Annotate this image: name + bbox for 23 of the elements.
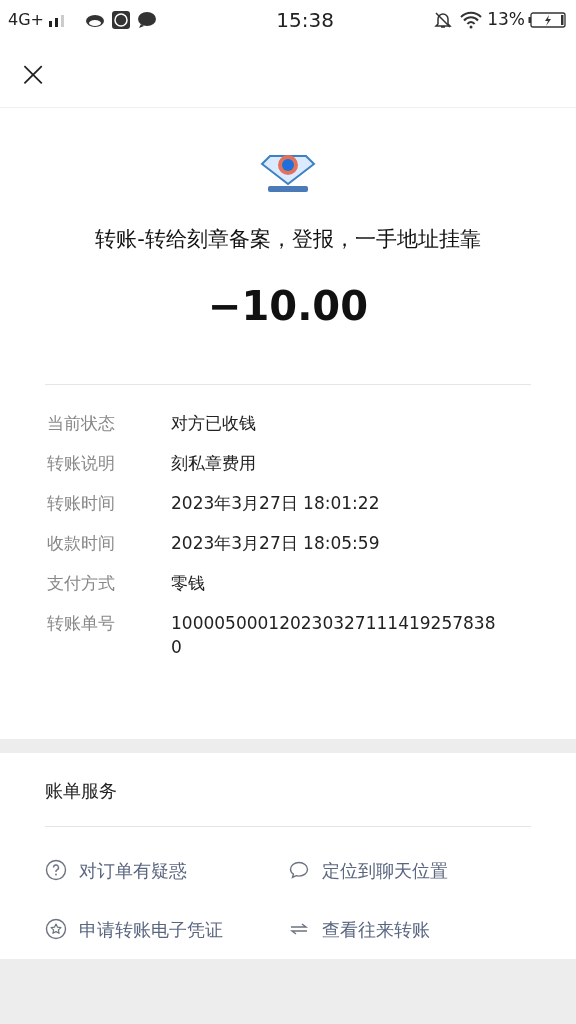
service-link[interactable]: 定位到聊天位置 — [288, 856, 531, 884]
detail-value: 对方已收钱 — [171, 411, 257, 435]
detail-label: 转账时间 — [46, 491, 116, 515]
detail-value: 零钱 — [171, 571, 206, 595]
detail-value: 1000050001202303271114192578380 — [171, 611, 497, 659]
detail-value: 刻私章费用 — [171, 451, 257, 475]
detail-label: 转账单号 — [46, 611, 116, 635]
clock: 15:38 — [275, 7, 334, 34]
detail-label: 收款时间 — [46, 531, 116, 555]
service-link[interactable]: 申请转账电子凭证 — [45, 915, 288, 943]
detail-value: 2023年3月27日 18:01:22 — [171, 491, 381, 515]
amount: −10.00 — [207, 281, 368, 331]
service-link[interactable]: 对订单有疑惑 — [45, 856, 288, 884]
battery-percentage: 13% — [487, 8, 525, 32]
transfer-title: 转账-转给刻章备案，登报，一手地址挂靠 — [95, 226, 481, 253]
detail-label: 转账说明 — [46, 451, 116, 475]
close-button[interactable]: × — [18, 55, 49, 92]
detail-label: 当前状态 — [46, 411, 116, 435]
section-title: 账单服务 — [45, 779, 117, 801]
detail-value: 2023年3月27日 18:05:59 — [171, 531, 381, 555]
network-indicator: 4G+ — [8, 9, 44, 31]
detail-label: 支付方式 — [46, 571, 116, 595]
service-link[interactable]: 查看往来转账 — [288, 915, 531, 943]
